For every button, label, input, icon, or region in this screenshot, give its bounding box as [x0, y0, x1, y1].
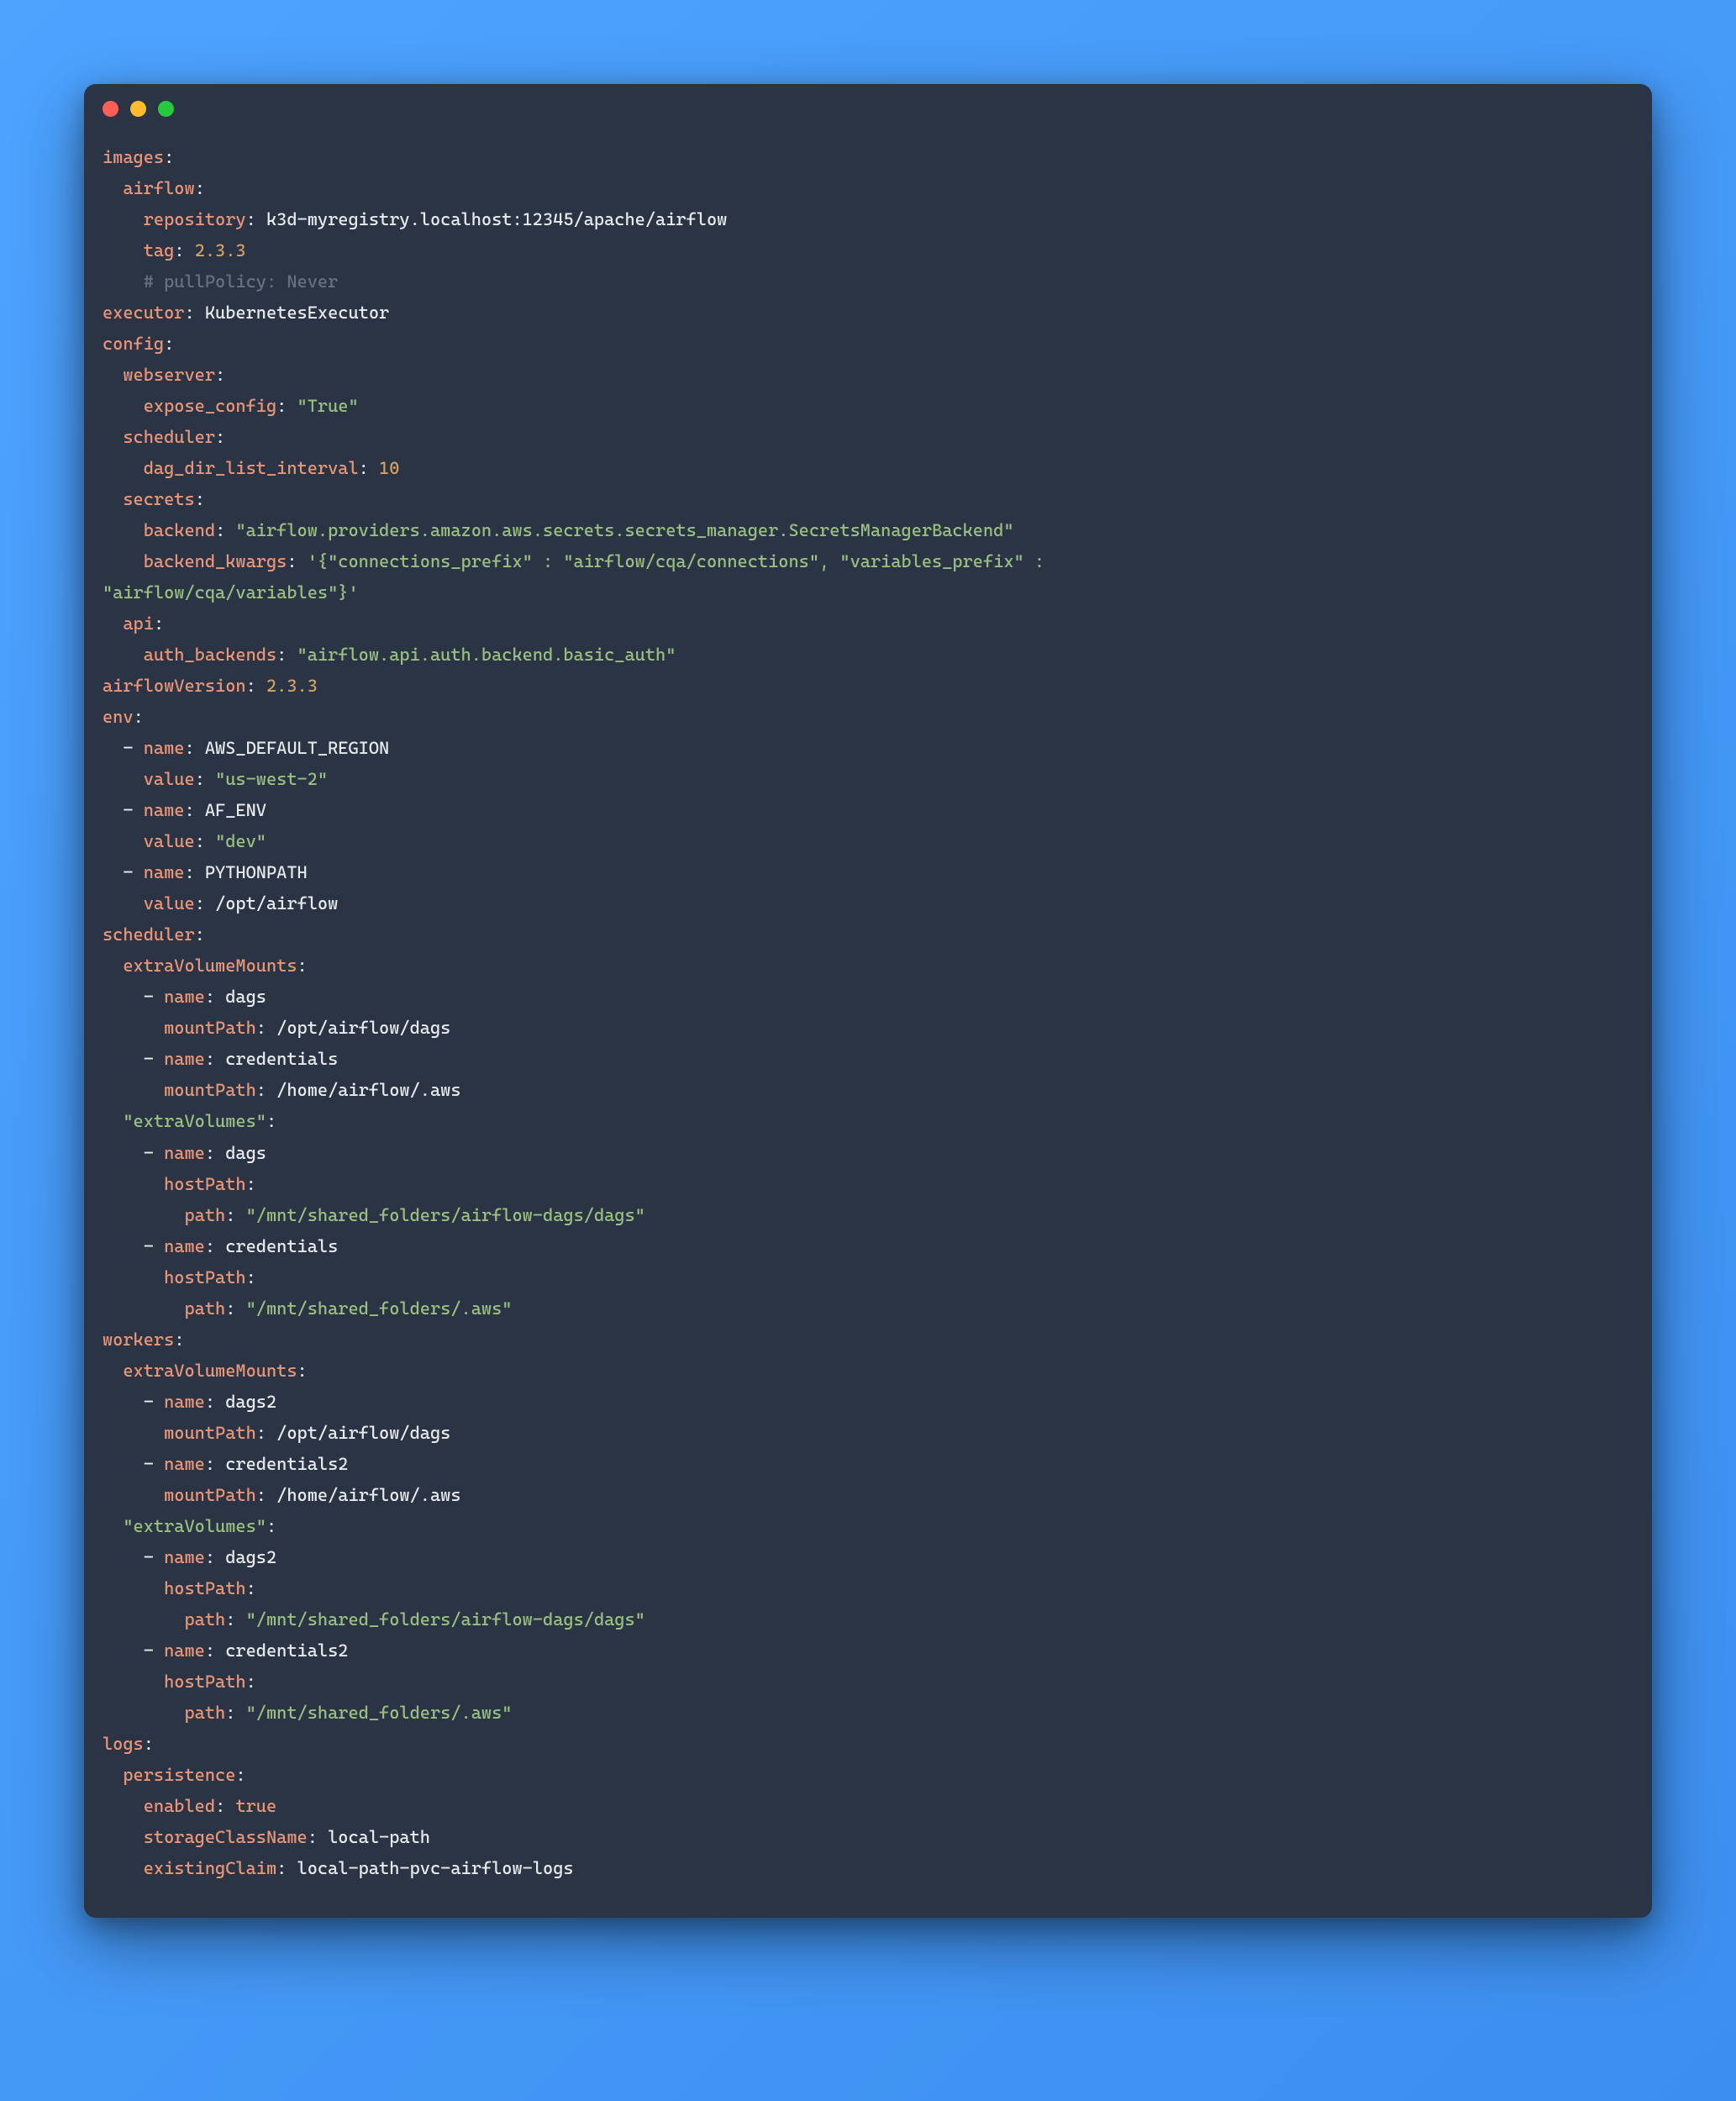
yaml-key: auth_backends: [144, 645, 276, 665]
yaml-key: existingClaim: [144, 1858, 276, 1878]
yaml-key: webserver: [123, 365, 215, 385]
yaml-key: logs: [103, 1734, 144, 1754]
yaml-key: storageClassName: [144, 1827, 308, 1847]
yaml-value: "airflow.api.auth.backend.basic_auth": [297, 645, 676, 665]
yaml-key: name: [164, 1547, 205, 1567]
yaml-key: "extraVolumes": [123, 1111, 266, 1131]
yaml-key: name: [164, 1640, 205, 1661]
yaml-key: name: [164, 1236, 205, 1256]
yaml-key: secrets: [123, 489, 194, 509]
yaml-key: persistence: [123, 1765, 235, 1785]
yaml-key: "extraVolumes": [123, 1516, 266, 1536]
yaml-value: dags2: [225, 1547, 276, 1567]
yaml-key: mountPath: [164, 1018, 256, 1038]
yaml-key: name: [144, 738, 185, 758]
yaml-key: hostPath: [164, 1174, 246, 1194]
yaml-value: local-path-pvc-airflow-logs: [297, 1858, 574, 1878]
yaml-key: value: [144, 831, 195, 851]
yaml-value: AF_ENV: [205, 800, 266, 820]
yaml-key: extraVolumeMounts: [123, 956, 297, 976]
yaml-value: "us-west-2": [215, 769, 328, 789]
yaml-key: airflowVersion: [103, 676, 246, 696]
yaml-value: 2.3.3: [195, 240, 246, 261]
maximize-window-button[interactable]: [158, 101, 174, 117]
yaml-key: path: [185, 1298, 226, 1319]
window-titlebar: [84, 84, 1652, 117]
yaml-key: scheduler: [103, 924, 195, 945]
yaml-key: scheduler: [123, 427, 215, 447]
yaml-value: "/mnt/shared_folders/airflow-dags/dags": [246, 1609, 645, 1630]
yaml-value: credentials: [225, 1049, 338, 1069]
yaml-key: airflow: [123, 178, 194, 198]
yaml-value: credentials2: [225, 1454, 348, 1474]
yaml-value: /opt/airflow: [215, 893, 338, 914]
code-block: images: airflow: repository: k3d-myregis…: [84, 117, 1652, 1918]
yaml-key: path: [185, 1609, 226, 1630]
yaml-key: dag_dir_list_interval: [144, 458, 359, 478]
yaml-key: name: [164, 1454, 205, 1474]
yaml-value: /home/airflow/.aws: [276, 1080, 460, 1100]
yaml-value: dags2: [225, 1392, 276, 1412]
yaml-key: name: [164, 987, 205, 1007]
yaml-comment: # pullPolicy: Never: [144, 271, 339, 292]
yaml-key: hostPath: [164, 1578, 246, 1598]
yaml-value: /opt/airflow/dags: [276, 1423, 450, 1443]
yaml-key: images: [103, 147, 164, 167]
yaml-key: value: [144, 769, 195, 789]
yaml-value: "/mnt/shared_folders/.aws": [246, 1703, 513, 1723]
yaml-key: enabled: [144, 1796, 215, 1816]
yaml-key: workers: [103, 1330, 174, 1350]
yaml-value: 10: [379, 458, 399, 478]
yaml-value: AWS_DEFAULT_REGION: [205, 738, 389, 758]
close-window-button[interactable]: [103, 101, 118, 117]
yaml-key: backend: [144, 520, 215, 540]
yaml-value: /opt/airflow/dags: [276, 1018, 450, 1038]
yaml-key: executor: [103, 303, 185, 323]
yaml-key: mountPath: [164, 1080, 256, 1100]
yaml-value: "airflow.providers.amazon.aws.secrets.se…: [235, 520, 1013, 540]
yaml-value: 2.3.3: [266, 676, 318, 696]
yaml-key: name: [164, 1143, 205, 1163]
yaml-key: name: [144, 800, 185, 820]
yaml-key: env: [103, 707, 134, 727]
yaml-value: true: [235, 1796, 276, 1816]
yaml-key: api: [123, 613, 154, 634]
yaml-value: dags: [225, 987, 266, 1007]
yaml-key: path: [185, 1703, 226, 1723]
yaml-value: k3d-myregistry.localhost:12345/apache/ai…: [266, 209, 727, 229]
yaml-key: hostPath: [164, 1267, 246, 1287]
yaml-key: extraVolumeMounts: [123, 1361, 297, 1381]
yaml-value: "airflow/cqa/variables"}': [103, 582, 359, 603]
yaml-value: KubernetesExecutor: [205, 303, 389, 323]
yaml-key: repository: [144, 209, 246, 229]
yaml-value: PYTHONPATH: [205, 862, 308, 882]
yaml-key: config: [103, 334, 164, 354]
yaml-value: credentials: [225, 1236, 338, 1256]
yaml-key: mountPath: [164, 1423, 256, 1443]
yaml-key: path: [185, 1205, 226, 1225]
yaml-key: name: [164, 1392, 205, 1412]
minimize-window-button[interactable]: [130, 101, 146, 117]
yaml-value: "/mnt/shared_folders/.aws": [246, 1298, 513, 1319]
yaml-value: '{"connections_prefix" : "airflow/cqa/co…: [308, 551, 1055, 571]
yaml-value: credentials2: [225, 1640, 348, 1661]
yaml-key: mountPath: [164, 1485, 256, 1505]
yaml-value: "True": [297, 396, 359, 416]
yaml-value: "/mnt/shared_folders/airflow-dags/dags": [246, 1205, 645, 1225]
yaml-key: tag: [144, 240, 175, 261]
yaml-value: local-path: [328, 1827, 430, 1847]
yaml-value: dags: [225, 1143, 266, 1163]
yaml-key: backend_kwargs: [144, 551, 287, 571]
yaml-key: hostPath: [164, 1672, 246, 1692]
yaml-value: "dev": [215, 831, 266, 851]
terminal-window: images: airflow: repository: k3d-myregis…: [84, 84, 1652, 1918]
yaml-value: /home/airflow/.aws: [276, 1485, 460, 1505]
yaml-key: expose_config: [144, 396, 276, 416]
yaml-key: value: [144, 893, 195, 914]
yaml-key: name: [164, 1049, 205, 1069]
yaml-key: name: [144, 862, 185, 882]
